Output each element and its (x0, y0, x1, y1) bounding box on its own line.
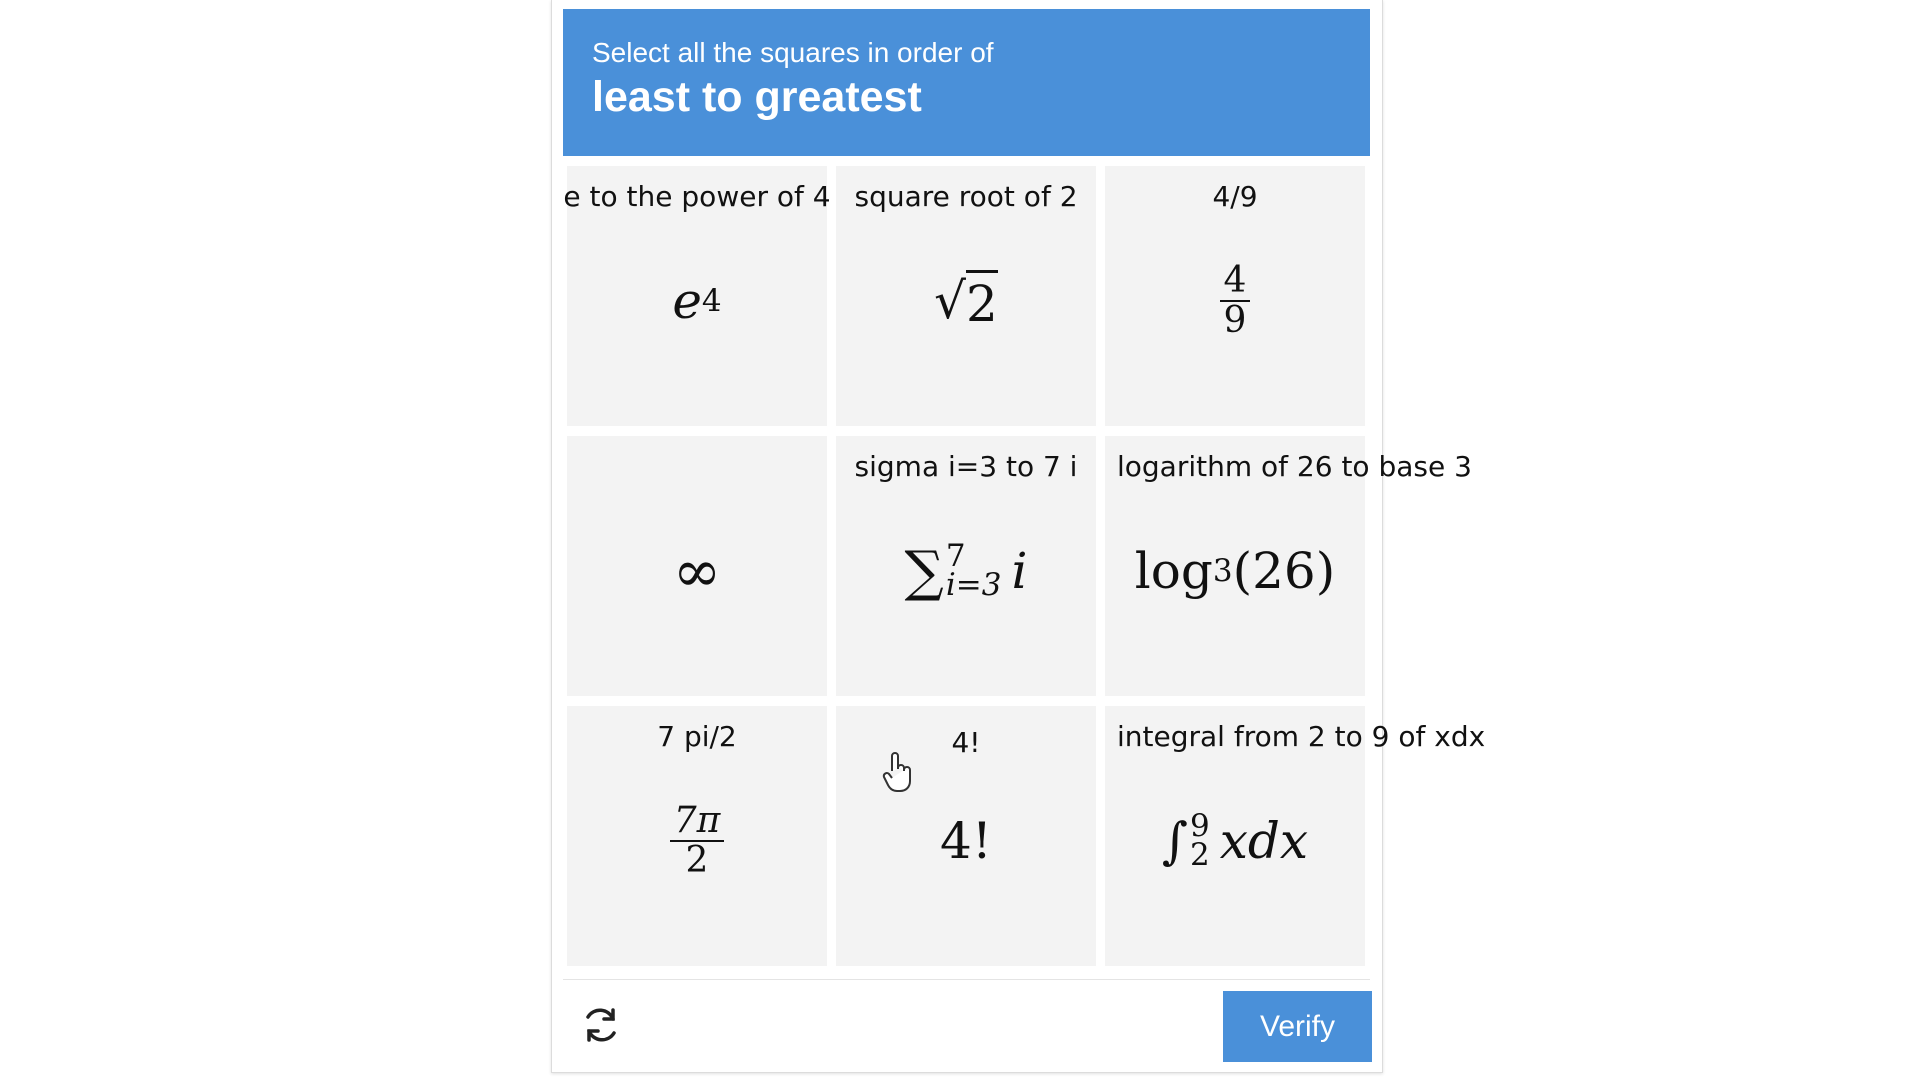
sum-lower-limit: i=3 (945, 567, 1002, 603)
tile-caption: e to the power of 4 (563, 180, 831, 213)
math-radicand: 2 (966, 269, 998, 333)
tile-math: ∫ 9 2 xdx (1105, 796, 1365, 886)
math-base: e (672, 272, 702, 330)
tile-caption: square root of 2 (854, 180, 1078, 213)
math-fraction: 7π 2 (669, 802, 725, 881)
tile-caption: sigma i=3 to 7 i (854, 450, 1078, 483)
tile-infinity[interactable]: ∞ (567, 436, 827, 696)
fraction-numerator: 4 (1219, 262, 1251, 302)
radical-icon: √ (934, 272, 967, 330)
tile-math: √ 2 (836, 256, 1096, 346)
tile-math: 4 9 (1105, 256, 1365, 346)
refresh-icon[interactable] (578, 1002, 624, 1048)
math-fraction: 4 9 (1219, 262, 1251, 341)
log-function: log (1134, 542, 1213, 600)
tile-math: log 3 (26) (1105, 526, 1365, 616)
tile-e-power-4[interactable]: e to the power of 4 e4 (563, 166, 831, 426)
fraction-numerator: 7π (669, 802, 725, 842)
tile-caption: integral from 2 to 9 of xdx (1117, 720, 1486, 753)
tile-log3-26[interactable]: logarithm of 26 to base 3 log 3 (26) (1105, 436, 1472, 696)
integral-body: xdx (1219, 812, 1309, 870)
sum-limits: 7 i=3 (945, 540, 1002, 603)
sum-body: i (1011, 542, 1028, 600)
tile-math: 4! (836, 796, 1096, 886)
verify-button[interactable]: Verify (1223, 991, 1372, 1062)
tile-grid: e to the power of 4 e4 square root of 2 … (563, 166, 1485, 966)
captcha-header: Select all the squares in order of least… (563, 9, 1370, 156)
tile-math: e4 (567, 256, 827, 346)
tile-caption: 7 pi/2 (657, 720, 737, 753)
integral-limits: 9 2 (1189, 810, 1210, 873)
integral-symbol: ∫ (1161, 812, 1188, 870)
math-exponent: 4 (701, 283, 722, 319)
footer-divider (563, 979, 1370, 980)
order-text: least to greatest (592, 72, 922, 121)
sigma-symbol: ∑ (904, 539, 944, 603)
tile-7pi-over-2[interactable]: 7 pi/2 7π 2 (567, 706, 827, 966)
tile-4-factorial[interactable]: 4! 4! (836, 706, 1096, 966)
tile-caption: 4/9 (1212, 180, 1258, 213)
tile-caption: logarithm of 26 to base 3 (1117, 450, 1472, 483)
tile-math: ∑ 7 i=3 i (836, 526, 1096, 616)
fraction-denominator: 2 (685, 840, 709, 881)
integral-lower-limit: 2 (1189, 837, 1210, 873)
fraction-denominator: 9 (1223, 300, 1247, 341)
tile-sqrt-2[interactable]: square root of 2 √ 2 (836, 166, 1096, 426)
tile-integral[interactable]: integral from 2 to 9 of xdx ∫ 9 2 xdx (1105, 706, 1485, 966)
tile-math: 7π 2 (567, 796, 827, 886)
instruction-text: Select all the squares in order of (592, 37, 994, 68)
log-base: 3 (1212, 553, 1233, 589)
tile-caption: 4! (951, 726, 981, 759)
infinity-symbol: ∞ (672, 537, 722, 605)
captcha-dialog: Select all the squares in order of least… (551, 0, 1485, 1073)
tile-4-over-9[interactable]: 4/9 4 9 (1105, 166, 1365, 426)
tile-math: ∞ (567, 526, 827, 616)
factorial-expression: 4! (940, 812, 992, 870)
tile-sigma-sum[interactable]: sigma i=3 to 7 i ∑ 7 i=3 i (836, 436, 1096, 696)
log-argument: (26) (1232, 542, 1336, 600)
